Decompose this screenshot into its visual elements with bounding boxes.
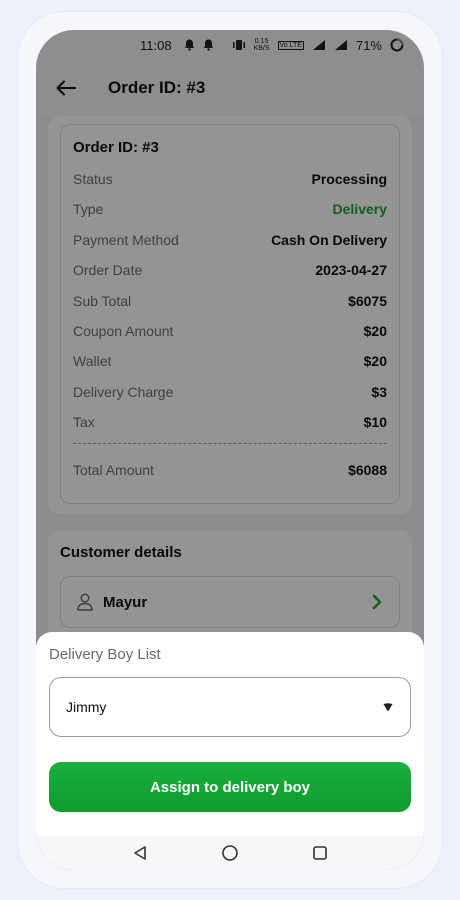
nav-recents-button[interactable] xyxy=(306,839,334,867)
circle-home-icon xyxy=(222,845,238,861)
triangle-back-icon xyxy=(134,846,146,860)
delivery-boy-bottom-sheet: Delivery Boy List Jimmy Assign to delive… xyxy=(36,632,424,836)
nav-home-button[interactable] xyxy=(216,839,244,867)
system-nav-bar xyxy=(36,836,424,870)
square-recents-icon xyxy=(313,846,327,860)
assign-to-delivery-boy-button[interactable]: Assign to delivery boy xyxy=(49,762,411,812)
delivery-boy-dropdown[interactable]: Jimmy xyxy=(49,677,411,737)
nav-back-button[interactable] xyxy=(126,839,154,867)
dropdown-selected-value: Jimmy xyxy=(66,699,107,715)
phone-screen: 11:08 0.15 KB/S Vo LTE 71% Order ID: #3 … xyxy=(36,30,424,870)
caret-down-icon xyxy=(383,703,393,711)
sheet-title: Delivery Boy List xyxy=(49,646,161,663)
